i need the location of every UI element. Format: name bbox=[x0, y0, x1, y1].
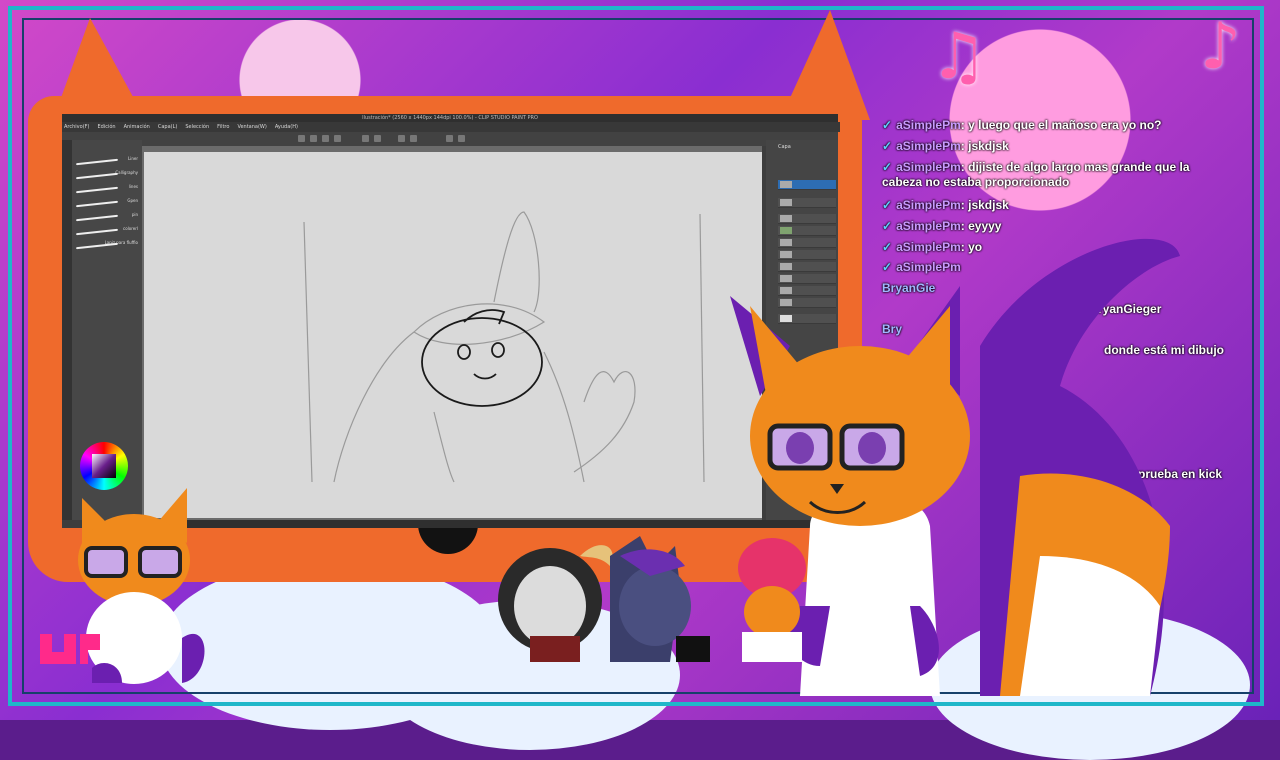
menu-item-animacion[interactable]: Animación bbox=[124, 122, 150, 132]
brush-item[interactable]: lines bbox=[76, 184, 138, 196]
moderator-badge-icon: ✓ bbox=[882, 139, 893, 153]
toolbar bbox=[62, 132, 838, 146]
moderator-badge-icon: ✓ bbox=[882, 118, 893, 132]
layer-row[interactable] bbox=[778, 198, 836, 208]
menu-item-edicion[interactable]: Edición bbox=[97, 122, 115, 132]
moderator-badge-icon: ✓ bbox=[882, 160, 893, 174]
menu-item-ventana[interactable]: Ventana(W) bbox=[237, 122, 266, 132]
tool-icon[interactable] bbox=[334, 135, 341, 142]
tool-icon[interactable] bbox=[322, 135, 329, 142]
chat-message: ✓ aSimplePm: jskdjsk bbox=[882, 198, 1009, 212]
tool-icon[interactable] bbox=[298, 135, 305, 142]
layer-row[interactable] bbox=[778, 214, 836, 224]
tool-icon[interactable] bbox=[310, 135, 317, 142]
menu-item-capa[interactable]: Capa(L) bbox=[158, 122, 177, 132]
brush-item[interactable]: Liner bbox=[76, 156, 138, 168]
brush-item[interactable]: Calligraphy bbox=[76, 170, 138, 182]
brush-item[interactable]: Gpen bbox=[76, 198, 138, 210]
layer-panel-title: Capa bbox=[778, 144, 791, 150]
menu-bar: Archivo(F) Edición Animación Capa(L) Sel… bbox=[62, 122, 840, 132]
chat-message: ✓ aSimplePm: dijiste de algo largo mas gr… bbox=[882, 160, 1190, 189]
brush-item[interactable]: colorerl bbox=[76, 226, 138, 238]
chat-message: ✓ aSimplePm: y luego que el mañoso era yo… bbox=[882, 118, 1162, 132]
sketch-drawing bbox=[303, 211, 705, 483]
menu-item-ayuda[interactable]: Ayuda(H) bbox=[275, 122, 298, 132]
tool-icon[interactable] bbox=[362, 135, 369, 142]
tool-icon[interactable] bbox=[374, 135, 381, 142]
menu-item-filtro[interactable]: Filtro bbox=[217, 122, 229, 132]
menu-item-seleccion[interactable]: Selección bbox=[185, 122, 209, 132]
brush-item[interactable]: Lapiz para fluffio bbox=[76, 240, 138, 252]
channel-logo bbox=[38, 630, 102, 670]
collab-avatars bbox=[498, 536, 806, 662]
tool-icon[interactable] bbox=[458, 135, 465, 142]
tool-strip[interactable] bbox=[62, 140, 72, 520]
tool-icon[interactable] bbox=[398, 135, 405, 142]
color-picker-square[interactable] bbox=[92, 454, 116, 478]
window-title: Ilustración* (2560 x 1440px 144dpi 100.0… bbox=[62, 114, 838, 122]
moderator-badge-icon: ✓ bbox=[882, 198, 893, 212]
brush-item[interactable]: pin bbox=[76, 212, 138, 224]
tool-icon[interactable] bbox=[446, 135, 453, 142]
tool-icon[interactable] bbox=[410, 135, 417, 142]
chat-message: ✓ aSimplePm: jskdjsk bbox=[882, 139, 1009, 153]
layer-row[interactable] bbox=[778, 180, 836, 190]
menu-item-archivo[interactable]: Archivo(F) bbox=[64, 122, 89, 132]
